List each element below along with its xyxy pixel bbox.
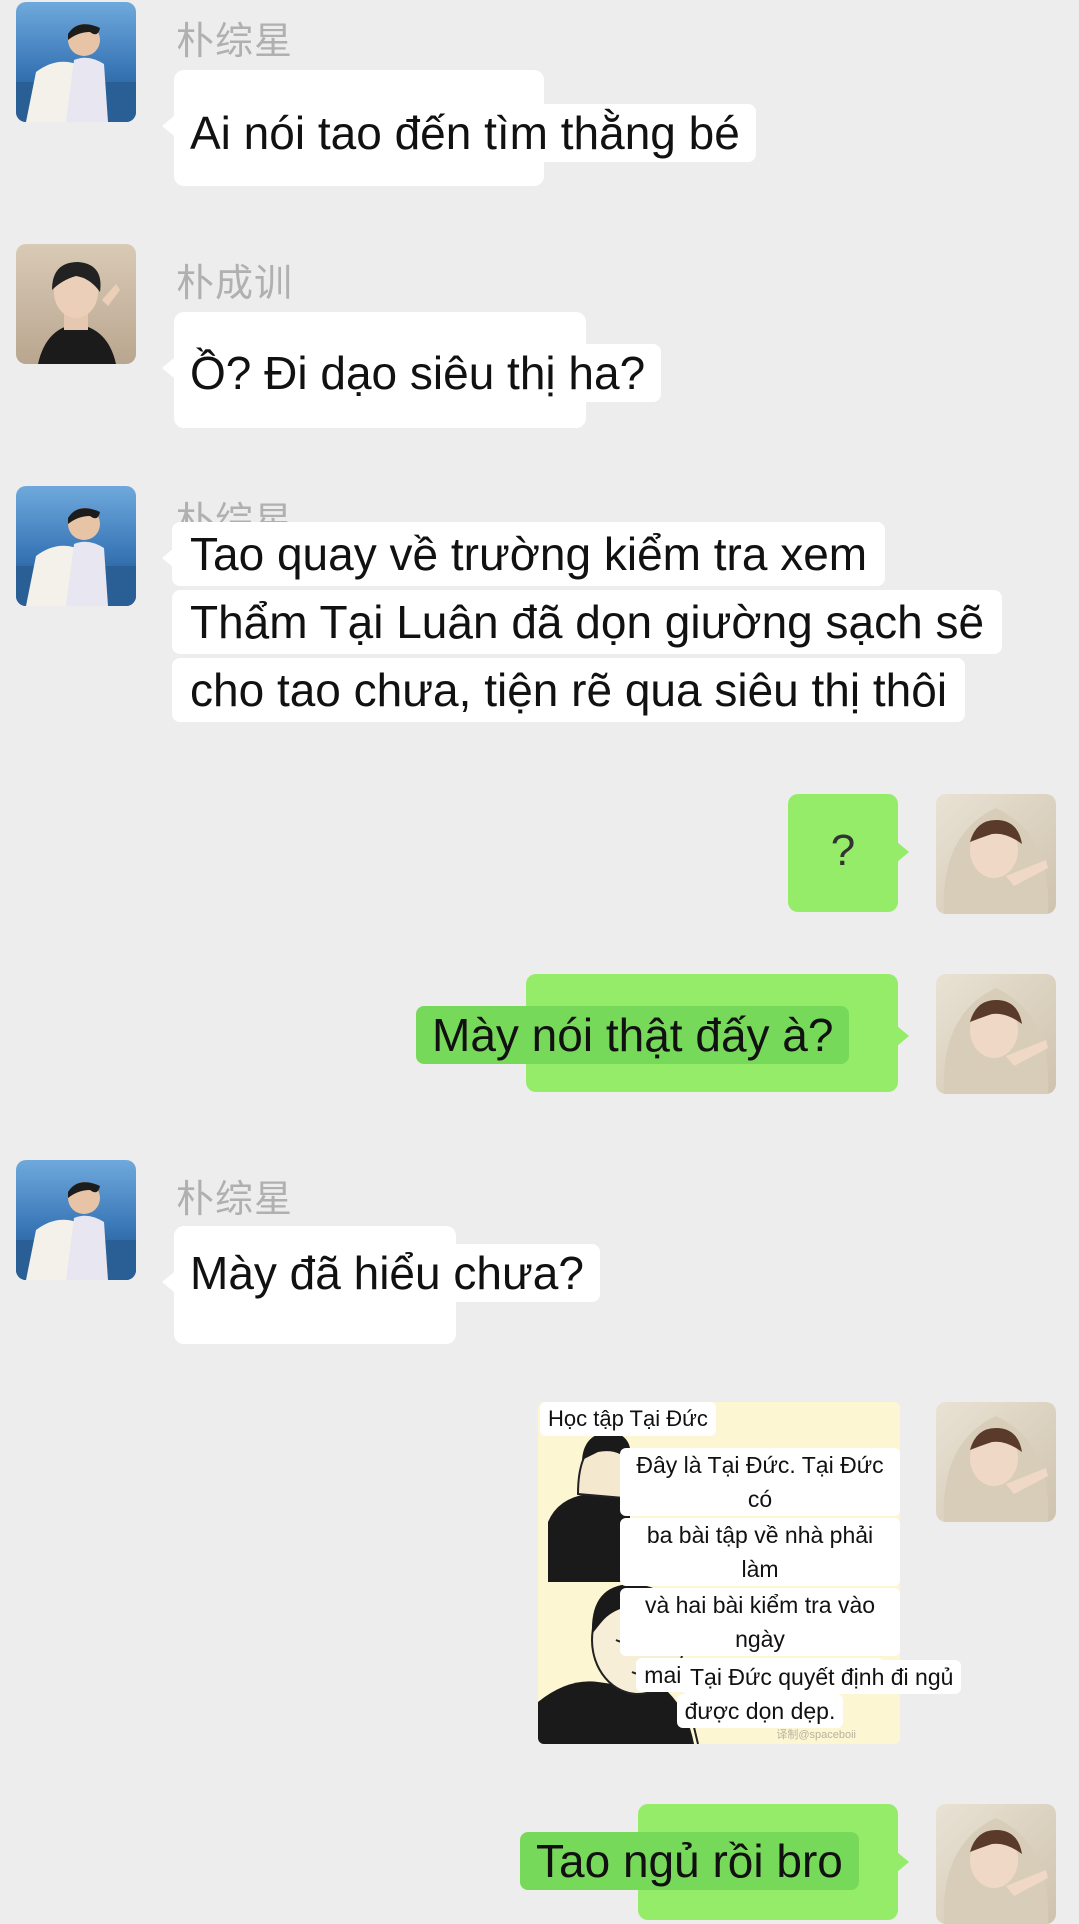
avatar-photo-icon <box>936 974 1056 1094</box>
sender-name: 朴综星 <box>176 499 294 526</box>
bubble-tail <box>897 1852 909 1872</box>
message-text[interactable]: ? <box>788 826 898 876</box>
message-text[interactable]: Ai nói tao đến tìm thằng bé <box>174 104 756 162</box>
my-avatar[interactable] <box>936 1804 1056 1924</box>
my-avatar[interactable] <box>936 794 1056 914</box>
bubble-tail <box>162 116 174 136</box>
meme-caption-line: và hai bài kiểm tra vào ngày <box>620 1588 900 1656</box>
message-text-multiline[interactable]: Tao quay về trường kiểm tra xem Thẩm Tại… <box>172 522 1052 726</box>
avatar-photo-icon <box>936 794 1056 914</box>
my-avatar[interactable] <box>936 974 1056 1094</box>
sender-avatar-zongxing[interactable] <box>16 1160 136 1280</box>
avatar-photo-icon <box>936 1402 1056 1522</box>
sender-avatar-chengxun[interactable] <box>16 244 136 364</box>
sender-name: 朴综星 <box>176 19 294 63</box>
sender-name: 朴成训 <box>176 261 294 305</box>
avatar-photo-icon <box>936 1804 1056 1924</box>
meme-caption-line: được dọn dẹp. <box>676 1694 844 1728</box>
bubble-tail <box>162 1272 174 1292</box>
meme-watermark: 译制@spaceboii <box>776 1729 856 1741</box>
message-line: Thẩm Tại Luân đã dọn giường sạch sẽ <box>172 590 1003 654</box>
bubble-tail <box>897 1026 909 1046</box>
meme-caption-line: Đây là Tại Đức. Tại Đức có <box>620 1448 900 1516</box>
avatar-photo-icon <box>16 244 136 364</box>
message-text[interactable]: Mày nói thật đấy à? <box>416 1006 850 1064</box>
avatar-photo-icon <box>16 2 136 122</box>
my-avatar[interactable] <box>936 1402 1056 1522</box>
meme-caption-2: Tại Đức quyết định đi ngủ <box>682 1660 962 1694</box>
sender-avatar-zongxing[interactable] <box>16 2 136 122</box>
sender-avatar-zongxing[interactable] <box>16 486 136 606</box>
sender-name: 朴综星 <box>176 1177 294 1221</box>
message-text[interactable]: Mày đã hiểu chưa? <box>174 1244 600 1302</box>
message-text[interactable]: Tao ngủ rồi bro <box>520 1832 859 1890</box>
meme-title: Học tập Tại Đức <box>540 1402 716 1436</box>
meme-caption-line: ba bài tập về nhà phải làm <box>620 1518 900 1586</box>
avatar-photo-icon <box>16 486 136 606</box>
bubble-tail <box>162 358 174 378</box>
message-text[interactable]: Ồ? Đi dạo siêu thị ha? <box>174 344 662 402</box>
bubble-tail <box>897 842 909 862</box>
message-line: cho tao chưa, tiện rẽ qua siêu thị thôi <box>172 658 966 722</box>
message-line: Tao quay về trường kiểm tra xem <box>172 522 886 586</box>
avatar-photo-icon <box>16 1160 136 1280</box>
